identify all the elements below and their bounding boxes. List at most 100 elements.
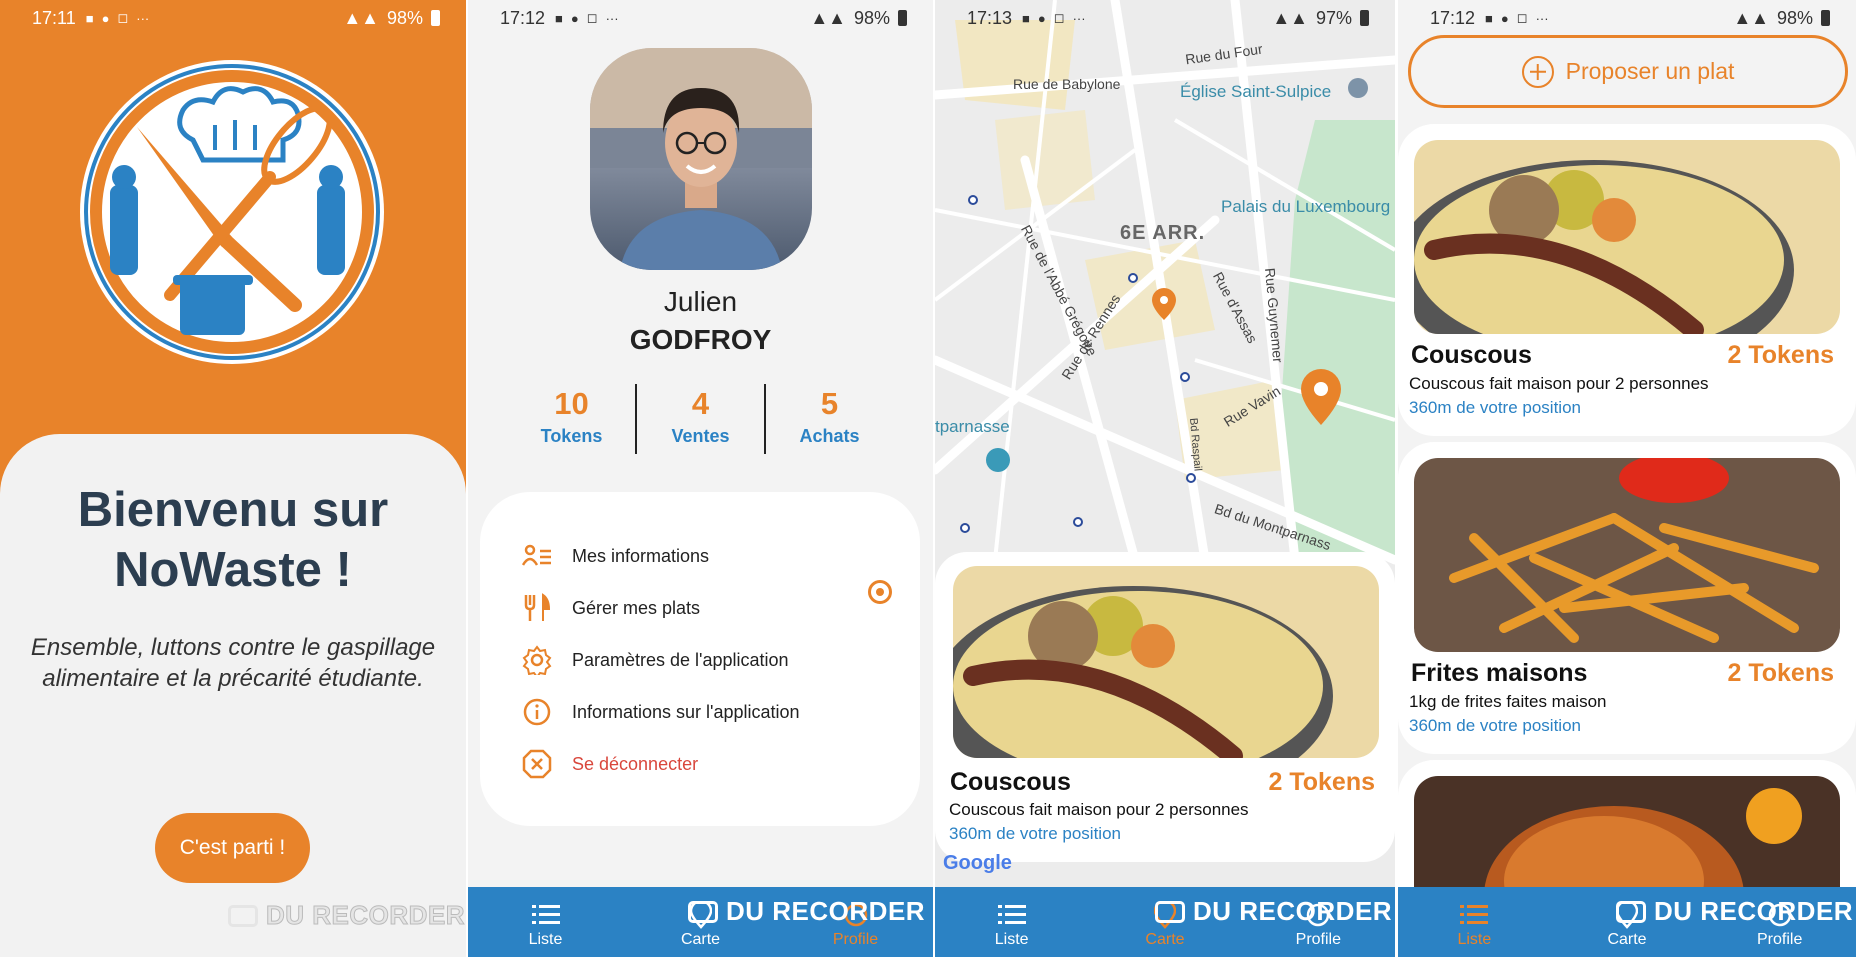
stat-label: Tokens [540, 426, 603, 446]
camera-icon [1155, 900, 1185, 923]
subtitle-line-2: alimentaire et la précarité étudiante. [42, 665, 424, 692]
last-name: GODFROY [629, 324, 772, 355]
recorder-watermark: DU RECORDER [1155, 896, 1392, 927]
welcome-title: Bienvenu sur NoWaste ! [77, 483, 389, 597]
video-icon: ■ [555, 10, 563, 26]
battery-icon [1360, 10, 1369, 26]
map-label: 6E ARR. [1120, 222, 1206, 244]
nav-label: Profile [1295, 931, 1341, 948]
instagram-icon: ◻ [1053, 10, 1065, 25]
nav-liste[interactable]: Liste [468, 887, 623, 957]
stat-label: Achats [799, 426, 860, 446]
map-label: Rue de Babylone [1013, 76, 1121, 92]
google-logo: Google [943, 852, 1012, 874]
watermark-text: DU RECORDER [1654, 896, 1854, 926]
nav-label: Profile [832, 931, 879, 948]
nav-liste[interactable]: Liste [1398, 887, 1551, 957]
dish-description: Couscous fait maison pour 2 personnes [1409, 374, 1709, 393]
nav-label: Liste [1457, 931, 1492, 948]
dish-price: 2 Tokens [1268, 768, 1375, 796]
nav-label: Profile [1757, 931, 1803, 948]
first-name: Julien [663, 286, 738, 317]
start-button[interactable]: C'est parti ! [155, 813, 310, 883]
list-icon [997, 901, 1027, 929]
camera-icon [228, 904, 258, 927]
stat-value: 10 [554, 386, 589, 421]
recorder-watermark: DU RECORDER [1616, 896, 1853, 927]
fries-image [1414, 458, 1840, 652]
app-icon: ● [1500, 10, 1509, 26]
nowaste-logo [80, 60, 384, 364]
instagram-icon: ◻ [586, 10, 598, 25]
dish-card[interactable]: Couscous 2 Tokens Couscous fait maison p… [1398, 124, 1856, 436]
dish-description: Couscous fait maison pour 2 personnes [949, 800, 1249, 819]
couscous-image [1414, 140, 1840, 334]
welcome-screen: 17:11 ■ ● ◻ ··· ▲▲ 98% Bienvenu sur NoWa… [0, 0, 466, 957]
stat-achats: 5 Achats [766, 384, 893, 454]
nav-label: Carte [1607, 931, 1647, 948]
profile-menu: Mes informations Gérer mes plats Paramèt… [480, 492, 920, 826]
dish-price: 2 Tokens [1727, 659, 1834, 687]
video-icon: ■ [85, 10, 94, 26]
watermark-text: DU RECORDER [1193, 896, 1393, 926]
battery-icon [898, 10, 907, 26]
nav-label: Carte [1145, 931, 1185, 948]
status-time: 17:13 [967, 7, 1013, 28]
battery-icon [1821, 10, 1830, 26]
radio-indicator[interactable] [868, 580, 892, 604]
profile-stats: 10 Tokens 4 Ventes 5 Achats [508, 384, 893, 454]
battery-level: 98% [386, 7, 423, 28]
menu-item-label: Mes informations [572, 545, 710, 566]
more-icon: ··· [136, 10, 150, 26]
menu-item-mes-informations[interactable]: Mes informations [520, 536, 709, 576]
watermark-text: DU RECORDER [726, 896, 926, 926]
camera-icon [688, 900, 718, 923]
menu-item-label: Paramètres de l'application [572, 649, 789, 670]
dish-card[interactable]: Couscous 2 Tokens Couscous fait maison p… [935, 552, 1395, 862]
app-icon: ● [570, 10, 579, 26]
video-icon: ■ [1022, 10, 1030, 26]
dish-card[interactable]: Frites maisons 2 Tokens 1kg de frites fa… [1398, 442, 1856, 754]
dish-list-screen: 17:12 ■ ● ◻ ··· ▲▲ 98% Proposer un plat … [1398, 0, 1856, 957]
status-bar: 17:12 ■ ● ◻ ··· ▲▲ 98% [468, 0, 933, 36]
dish-title: Couscous [950, 768, 1071, 796]
battery-level: 98% [853, 7, 890, 28]
signal-icon: ▲▲ [343, 7, 379, 28]
battery-icon [431, 10, 440, 26]
recorder-watermark: DU RECORDER [228, 900, 465, 931]
stat-label: Ventes [671, 426, 730, 446]
avatar[interactable] [590, 48, 812, 270]
instagram-icon: ◻ [117, 10, 129, 25]
menu-item-logout[interactable]: Se déconnecter [520, 744, 698, 784]
menu-item-label: Se déconnecter [572, 753, 699, 774]
gear-icon [520, 643, 554, 677]
menu-item-informations-app[interactable]: Informations sur l'application [520, 692, 800, 732]
more-icon: ··· [605, 10, 619, 26]
propose-dish-button[interactable]: Proposer un plat [1408, 35, 1848, 108]
map-screen: Rue de Babylone Rue du Four Église Saint… [935, 0, 1395, 957]
status-bar: 17:13 ■ ● ◻ ··· ▲▲ 97% [935, 0, 1395, 36]
stat-value: 4 [691, 386, 710, 421]
list-icon [1459, 901, 1489, 929]
profile-screen: 17:12 ■ ● ◻ ··· ▲▲ 98% Julien GODFROY 10 [468, 0, 933, 957]
menu-item-gerer-mes-plats[interactable]: Gérer mes plats [520, 588, 700, 628]
couscous-image [953, 566, 1379, 758]
map-label: Église Saint-Sulpice [1180, 82, 1332, 101]
menu-item-parametres[interactable]: Paramètres de l'application [520, 640, 789, 680]
dish-distance: 360m de votre position [1409, 716, 1581, 735]
status-time: 17:12 [500, 7, 546, 28]
status-bar: 17:12 ■ ● ◻ ··· ▲▲ 98% [1398, 0, 1856, 36]
propose-label: Proposer un plat [1565, 58, 1735, 84]
more-icon: ··· [1535, 10, 1549, 26]
dish-description: 1kg de frites faites maison [1409, 692, 1607, 711]
dish-distance: 360m de votre position [949, 824, 1121, 843]
recorder-watermark: DU RECORDER [688, 896, 925, 927]
nav-label: Carte [680, 931, 721, 948]
status-time: 17:12 [1430, 7, 1476, 28]
nav-label: Liste [994, 931, 1029, 948]
subtitle-line-1: Ensemble, luttons contre le gaspillage [30, 634, 436, 661]
nav-liste[interactable]: Liste [935, 887, 1088, 957]
video-icon: ■ [1485, 10, 1493, 26]
stat-ventes: 4 Ventes [637, 384, 766, 454]
menu-item-label: Gérer mes plats [572, 597, 701, 618]
